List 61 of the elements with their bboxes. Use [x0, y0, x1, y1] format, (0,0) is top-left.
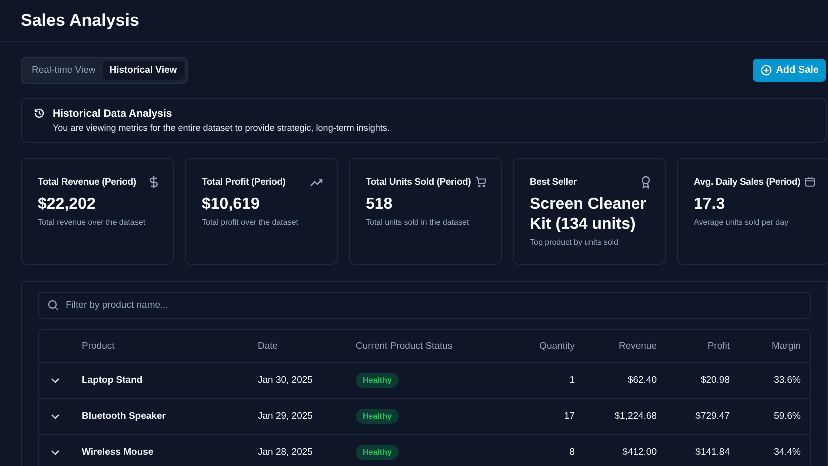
- calendar-icon: [804, 176, 815, 188]
- add-sale-button[interactable]: Add Sale: [753, 59, 826, 82]
- chevron-down-icon[interactable]: [51, 450, 60, 456]
- status-badge: Healthy: [356, 409, 399, 424]
- table-cell-text: $1,224.68: [614, 411, 657, 422]
- award-icon: [641, 176, 651, 188]
- column-header: Quantity: [538, 340, 575, 352]
- history-icon: [34, 108, 45, 119]
- status-badge: Healthy: [356, 373, 399, 388]
- chevron-down-icon[interactable]: [51, 378, 60, 384]
- page-title: Sales Analysis: [21, 10, 140, 30]
- column-header: Date: [258, 340, 280, 352]
- stat-value: 518: [366, 195, 394, 215]
- stat-note: Average units sold per day: [694, 218, 790, 227]
- view-tab[interactable]: Real-time View: [25, 61, 103, 80]
- table-cell-text: 34.4%: [773, 447, 801, 458]
- trend-up-icon: [310, 178, 323, 186]
- table-cell-text: $729.47: [694, 411, 730, 422]
- info-text: You are viewing metrics for the entire dataset to provide strategic, long-term insights.: [53, 123, 390, 133]
- stat-label: Best Seller: [530, 176, 577, 188]
- table-cell-text: Laptop Stand: [82, 375, 144, 386]
- table-cell-text: $412.00: [622, 447, 657, 458]
- stat-label: Total Units Sold (Period): [366, 176, 472, 188]
- stat-label: Avg. Daily Sales (Period): [694, 176, 801, 188]
- table-cell-text: Jan 30, 2025: [258, 375, 314, 386]
- dollar-icon: [149, 175, 159, 189]
- status-badge: Healthy: [356, 445, 399, 460]
- table-cell-text: Jan 29, 2025: [258, 411, 314, 422]
- table-cell-text: 8: [568, 447, 575, 458]
- table-cell-text: Wireless Mouse: [82, 447, 155, 458]
- view-tab[interactable]: Historical View: [102, 61, 184, 80]
- cart-icon: [475, 176, 487, 188]
- table-cell-text: Bluetooth Speaker: [82, 411, 167, 422]
- stat-label: Total Revenue (Period): [38, 176, 136, 188]
- column-header: Margin: [770, 340, 801, 352]
- plus-circle-icon: [761, 65, 772, 76]
- table-cell-text: 17: [563, 411, 575, 422]
- column-header: Profit: [706, 340, 730, 352]
- table-cell-text: $20.98: [700, 375, 730, 386]
- table-cell-text: $141.84: [694, 447, 730, 458]
- stat-value: 17.3: [694, 195, 726, 215]
- stat-note: Total profit over the dataset: [202, 218, 300, 227]
- stat-value: Screen Cleaner Kit (134 units): [530, 195, 648, 235]
- column-header: Product: [82, 340, 116, 352]
- chevron-down-icon[interactable]: [51, 414, 60, 420]
- stat-value: $22,202: [38, 195, 97, 215]
- stat-note: Top product by units sold: [530, 238, 620, 247]
- table-cell-text: 1: [568, 375, 575, 386]
- table-cell-text: $62.40: [626, 375, 657, 386]
- table-cell-text: 33.6%: [773, 375, 801, 386]
- search-icon: [48, 300, 59, 311]
- table-cell-text: 59.6%: [773, 411, 801, 422]
- column-header: Current Product Status: [356, 340, 454, 352]
- column-header: Revenue: [618, 340, 657, 352]
- info-title: Historical Data Analysis: [53, 108, 174, 120]
- stat-note: Total revenue over the dataset: [38, 218, 147, 227]
- stat-value: $10,619: [202, 195, 261, 215]
- stat-label: Total Profit (Period): [202, 176, 286, 188]
- table-cell-text: Jan 28, 2025: [258, 447, 314, 458]
- stat-note: Total units sold in the dataset: [366, 218, 470, 227]
- filter-field[interactable]: Filter by product name...: [38, 292, 811, 319]
